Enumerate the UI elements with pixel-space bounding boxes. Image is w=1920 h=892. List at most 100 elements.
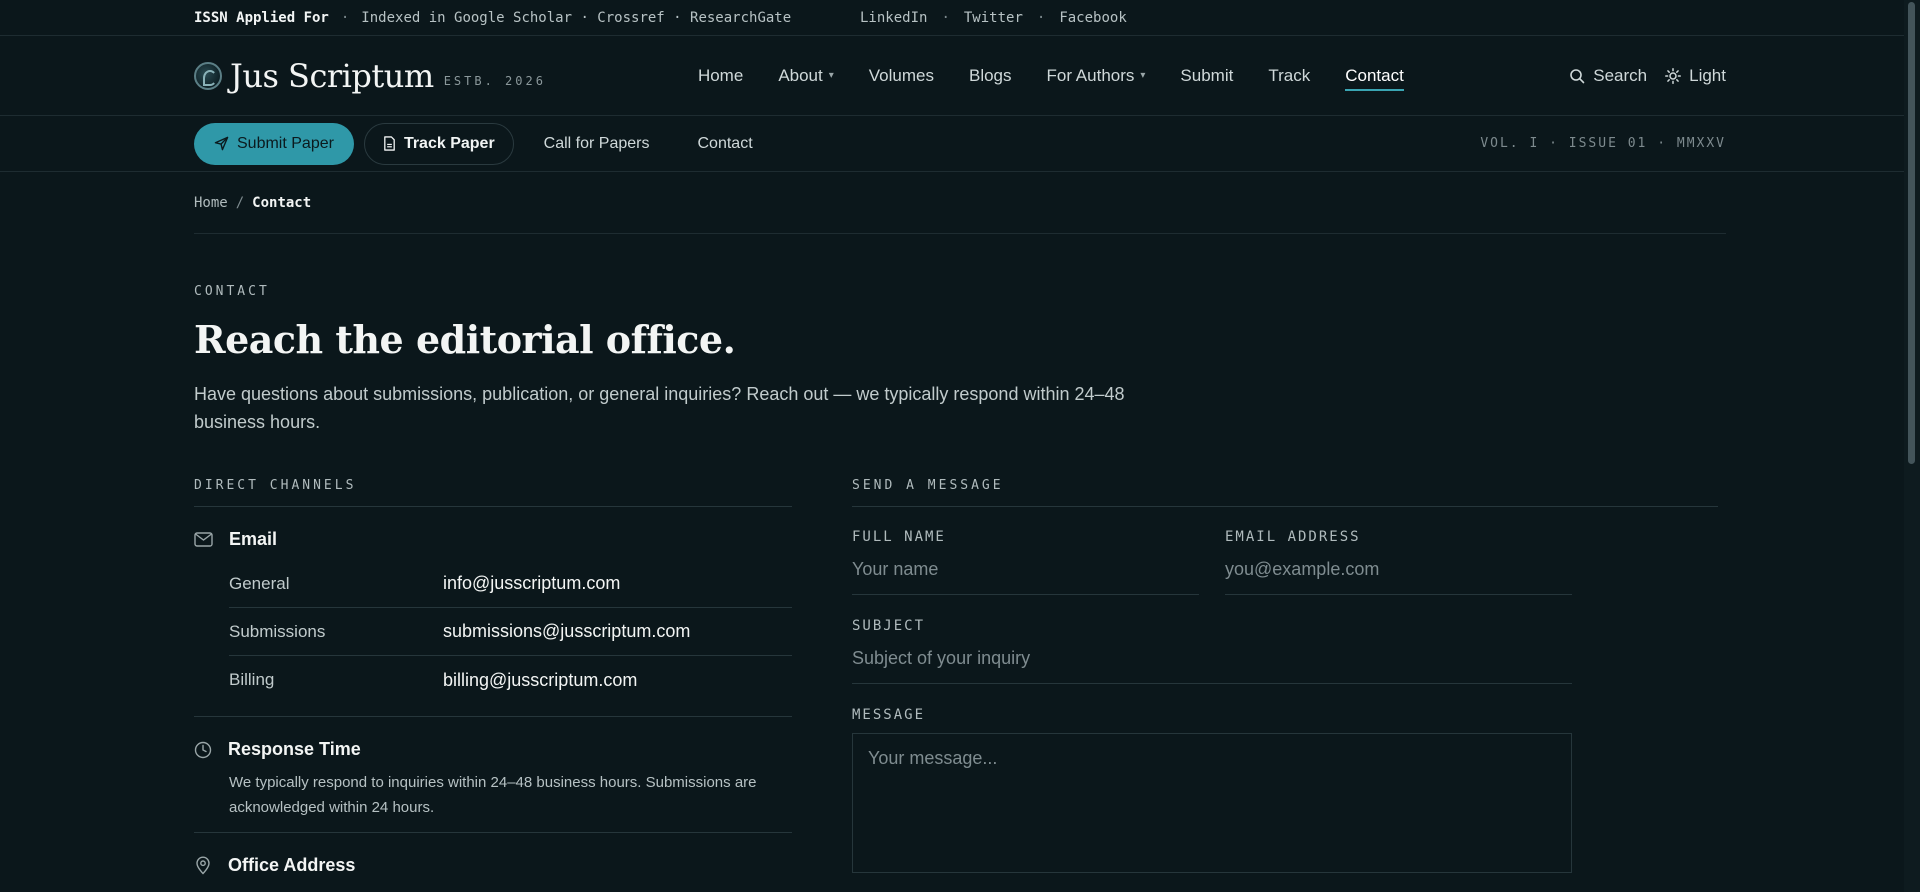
email-row: Submissions submissions@jusscriptum.com <box>229 608 792 656</box>
main-navigation: Jus Scriptum ESTB. 2026 Home About ▾ Volu… <box>0 36 1920 116</box>
response-time-title: Response Time <box>228 739 361 759</box>
sun-icon <box>1665 67 1682 84</box>
email-list: General info@jusscriptum.com Submissions… <box>229 560 792 704</box>
page-eyebrow: CONTACT <box>194 284 270 299</box>
nav-item-label: Blogs <box>968 65 1012 85</box>
nav-item-label: Track <box>1268 65 1311 85</box>
brand-established: ESTB. 2026 <box>443 73 546 88</box>
message-label: MESSAGE <box>852 707 926 723</box>
email-row: General info@jusscriptum.com <box>229 560 792 608</box>
office-address-header: Office Address <box>194 855 792 876</box>
email-block-title: Email <box>229 529 278 549</box>
email-address-label: EMAIL ADDRESS <box>1225 529 1361 545</box>
direct-channels-heading: DIRECT CHANNELS <box>194 478 792 507</box>
submit-paper-label: Submit Paper <box>237 134 334 152</box>
document-icon <box>384 136 395 151</box>
office-address-title: Office Address <box>228 855 356 875</box>
email-row-label: General <box>229 573 290 593</box>
subject-group: SUBJECT <box>852 618 1572 684</box>
indexed-in-text: Indexed in Google Scholar · Crossref · R… <box>361 9 792 26</box>
social-link-facebook[interactable]: Facebook <box>1059 10 1126 26</box>
nav-item-track[interactable]: Track <box>1268 36 1310 116</box>
scrollbar-thumb[interactable] <box>1908 2 1915 464</box>
search-label: Search <box>1593 65 1648 85</box>
page-header: CONTACT Reach the editorial office. Have… <box>0 234 1920 436</box>
send-message-heading: SEND A MESSAGE <box>852 478 1718 507</box>
theme-toggle[interactable]: Light <box>1665 66 1726 86</box>
nav-item-label: Contact <box>1345 65 1404 85</box>
breadcrumb-current: Contact <box>252 194 312 211</box>
subject-input[interactable] <box>852 634 1572 684</box>
email-link-general[interactable]: info@jusscriptum.com <box>443 573 620 594</box>
breadcrumb-home[interactable]: Home <box>194 195 228 211</box>
journal-logo-icon <box>194 61 222 90</box>
action-bar: Submit Paper Track Paper Call for Papers… <box>0 116 1920 172</box>
volume-issue-info: VOL. I · ISSUE 01 · MMXXV <box>1480 136 1726 151</box>
email-block-header: Email <box>194 529 792 550</box>
nav-item-label: Volumes <box>868 65 934 85</box>
email-link-submissions[interactable]: submissions@jusscriptum.com <box>443 621 690 642</box>
nav-item-blogs[interactable]: Blogs <box>969 36 1012 116</box>
email-row-label: Submissions <box>229 621 326 641</box>
email-row-label: Billing <box>229 670 275 689</box>
submit-paper-button[interactable]: Submit Paper <box>194 122 354 165</box>
theme-label: Light <box>1689 65 1726 85</box>
email-link-billing[interactable]: billing@jusscriptum.com <box>443 670 637 691</box>
message-textarea[interactable] <box>852 733 1572 873</box>
social-link-linkedin[interactable]: LinkedIn <box>860 10 927 26</box>
full-name-input[interactable] <box>852 545 1199 595</box>
nav-menu: Home About ▾ Volumes Blogs For Authors ▾ S… <box>698 36 1439 116</box>
search-button[interactable]: Search <box>1569 66 1647 86</box>
email-group: EMAIL ADDRESS <box>1225 529 1572 595</box>
issn-label: ISSN Applied For <box>194 9 329 26</box>
response-time-text: We typically respond to inquiries within… <box>229 774 757 816</box>
email-block: Email General info@jusscriptum.com Submi… <box>194 507 792 717</box>
clock-icon <box>194 741 212 758</box>
message-group: MESSAGE <box>852 707 1572 873</box>
nav-item-volumes[interactable]: Volumes <box>869 36 934 116</box>
breadcrumb-separator: / <box>235 194 245 211</box>
contact-form-section: SEND A MESSAGE FULL NAME EMAIL ADDRESS S… <box>852 478 1718 892</box>
full-name-group: FULL NAME <box>852 529 1199 595</box>
email-row: Billing billing@jusscriptum.com <box>229 656 792 704</box>
response-time-block: Response Time We typically respond to in… <box>194 717 792 833</box>
breadcrumb: Home / Contact <box>194 172 1726 234</box>
call-for-papers-link[interactable]: Call for Papers <box>544 135 650 153</box>
nav-item-label: For Authors <box>1046 65 1135 85</box>
top-strip: ISSN Applied For · Indexed in Google Sch… <box>0 0 1920 36</box>
map-pin-icon <box>196 856 210 875</box>
track-paper-button[interactable]: Track Paper <box>363 122 514 165</box>
separator-dot: · <box>941 9 950 26</box>
nav-item-submit[interactable]: Submit <box>1180 36 1233 116</box>
nav-item-for-authors[interactable]: For Authors ▾ <box>1047 36 1146 116</box>
separator-dot: · <box>1036 9 1046 26</box>
send-icon <box>214 136 229 151</box>
chevron-down-icon: ▾ <box>828 70 834 81</box>
nav-item-home[interactable]: Home <box>698 36 743 116</box>
social-link-twitter[interactable]: Twitter <box>964 10 1023 26</box>
subject-label: SUBJECT <box>852 618 926 634</box>
full-name-label: FULL NAME <box>852 529 946 545</box>
nav-item-about[interactable]: About ▾ <box>778 36 833 116</box>
search-icon <box>1570 68 1585 83</box>
track-paper-label: Track Paper <box>403 134 495 152</box>
office-address-block: Office Address <box>194 833 792 876</box>
contact-form: FULL NAME EMAIL ADDRESS SUBJECT MESSAGE <box>852 507 1572 873</box>
page-scrollbar[interactable] <box>1904 0 1920 892</box>
chevron-down-icon: ▾ <box>1140 70 1146 81</box>
brand-name: Jus Scriptum <box>230 56 434 95</box>
form-row: FULL NAME EMAIL ADDRESS <box>852 529 1572 595</box>
contact-content: DIRECT CHANNELS Email General info@jussc… <box>0 436 1920 892</box>
contact-link[interactable]: Contact <box>698 135 753 153</box>
email-address-input[interactable] <box>1225 545 1572 595</box>
nav-item-label: Submit <box>1180 65 1234 85</box>
nav-utilities: Search Light <box>1551 66 1726 86</box>
nav-item-contact[interactable]: Contact <box>1345 36 1404 116</box>
social-links: LinkedIn · Twitter · Facebook <box>860 10 1726 26</box>
response-time-header: Response Time <box>194 739 792 760</box>
page-lead: Have questions about submissions, public… <box>194 384 1125 432</box>
page-title: Reach the editorial office. <box>194 317 736 362</box>
brand[interactable]: Jus Scriptum ESTB. 2026 <box>194 57 546 95</box>
mail-icon <box>194 532 213 547</box>
separator-dot: · <box>340 9 350 26</box>
